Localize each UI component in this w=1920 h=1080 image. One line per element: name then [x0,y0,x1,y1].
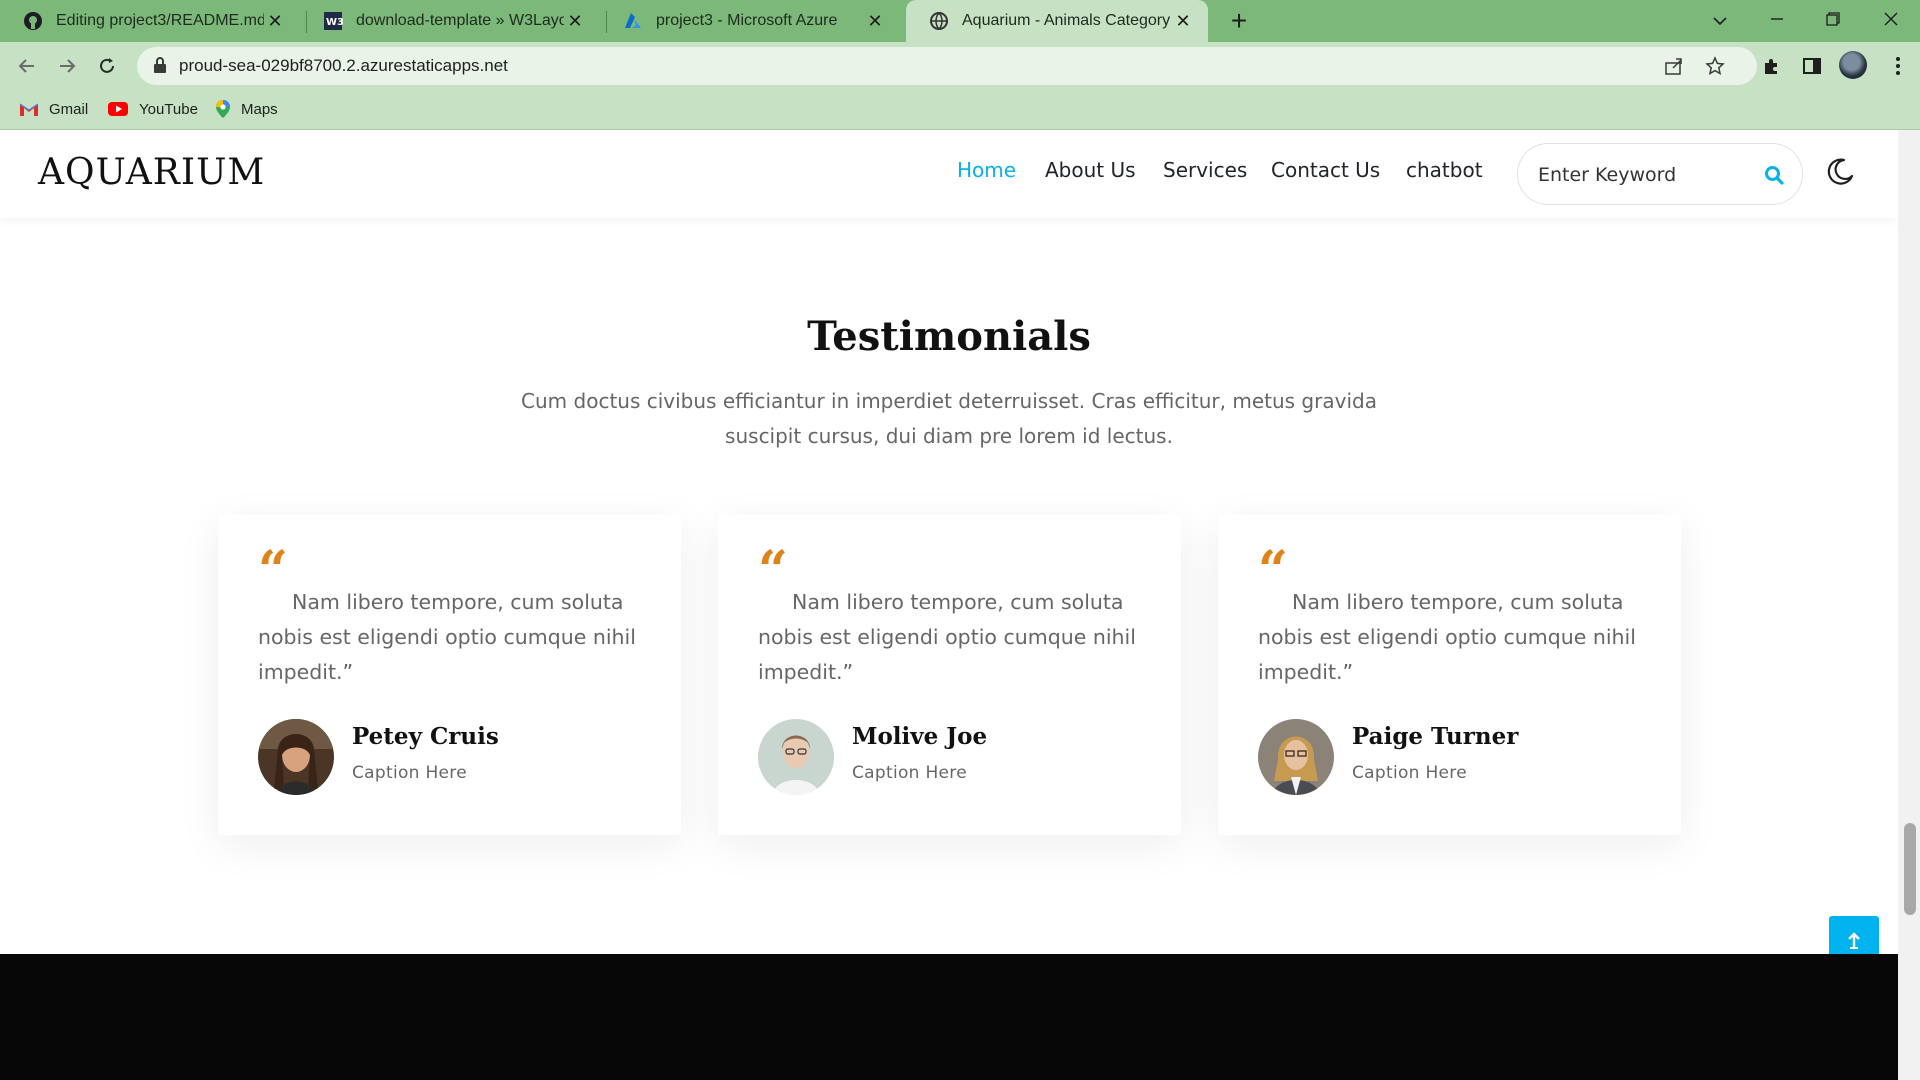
person-caption: Caption Here [1352,763,1467,783]
gmail-icon [19,101,39,117]
nav-services[interactable]: Services [1163,158,1247,182]
testimonial-card: “ Nam libero tempore, cum soluta nobis e… [718,515,1181,835]
close-window-icon[interactable] [1866,0,1916,42]
bookmark-star-icon[interactable] [1705,56,1725,76]
new-tab-button[interactable]: + [1222,4,1256,38]
section-subtitle: Cum doctus civibus efficiantur in imperd… [521,389,1377,448]
github-icon [22,10,44,32]
person-name: Petey Cruis [352,723,499,750]
search-icon[interactable] [1762,163,1786,187]
bookmark-label: YouTube [139,100,198,118]
minimize-icon[interactable] [1752,0,1802,42]
close-icon[interactable]: ✕ [864,11,886,32]
nav-contact-us[interactable]: Contact Us [1271,158,1380,182]
bookmark-maps[interactable]: Maps [215,89,278,129]
browser-tab-aquarium[interactable]: Aquarium - Animals Category Re ✕ [906,0,1208,42]
svg-text:W3: W3 [326,17,343,28]
url-text[interactable]: proud-sea-029bf8700.2.azurestaticapps.ne… [179,47,508,85]
more-menu-icon[interactable] [1885,53,1911,79]
dark-mode-toggle-icon[interactable] [1825,157,1857,189]
profile-avatar[interactable] [1839,51,1867,79]
scrollbar-thumb[interactable] [1904,823,1916,915]
nav-home[interactable]: Home [957,158,1016,182]
avatar [258,719,334,795]
bookmark-gmail[interactable]: Gmail [19,89,88,129]
tab-title: download-template » W3Layouts [356,12,564,29]
w3layouts-icon: W3 [322,10,344,32]
share-icon[interactable] [1664,56,1684,76]
side-panel-icon[interactable] [1799,53,1825,79]
back-button[interactable] [9,48,45,84]
globe-icon [928,10,950,32]
tab-title: Editing project3/README.md at [56,12,264,29]
close-icon[interactable]: ✕ [1172,11,1194,32]
person-caption: Caption Here [852,763,967,783]
extensions-icon[interactable] [1759,53,1785,79]
avatar [758,719,834,795]
testimonial-card: “ Nam libero tempore, cum soluta nobis e… [218,515,681,835]
maps-icon [215,99,231,119]
azure-icon [622,10,644,32]
site-logo[interactable]: AQUARIUM [38,152,265,193]
web-page: AQUARIUM Home About Us Services Contact … [0,130,1898,1080]
page-scrollbar[interactable] [1898,130,1920,1080]
site-header: AQUARIUM Home About Us Services Contact … [0,130,1898,218]
testimonial-quote: Nam libero tempore, cum soluta nobis est… [758,590,1136,684]
testimonial-quote: Nam libero tempore, cum soluta nobis est… [1258,590,1636,684]
browser-tab-azure[interactable]: project3 - Microsoft Azure ✕ [600,0,900,42]
person-name: Molive Joe [852,723,988,750]
browser-tab-github[interactable]: Editing project3/README.md at ✕ [0,0,300,42]
lock-icon[interactable] [153,56,167,79]
person-name: Paige Turner [1352,723,1519,750]
nav-chatbot[interactable]: chatbot [1406,158,1483,182]
tab-title: Aquarium - Animals Category Re [962,12,1172,29]
youtube-icon [107,101,129,117]
browser-tab-strip: Editing project3/README.md at ✕ W3 downl… [0,0,1920,42]
reload-button[interactable] [89,48,125,84]
nav-about-us[interactable]: About Us [1045,158,1136,182]
bookmarks-bar: Gmail YouTube Maps [0,89,1920,130]
testimonial-quote: Nam libero tempore, cum soluta nobis est… [258,590,636,684]
address-bar[interactable]: proud-sea-029bf8700.2.azurestaticapps.ne… [137,47,1757,85]
bookmark-label: Gmail [49,100,89,118]
forward-button[interactable] [49,48,85,84]
close-icon[interactable]: ✕ [564,11,586,32]
chevron-down-icon[interactable] [1695,0,1745,42]
avatar [1258,719,1334,795]
close-icon[interactable]: ✕ [264,11,286,32]
browser-tab-w3layouts[interactable]: W3 download-template » W3Layouts ✕ [300,0,600,42]
browser-toolbar: proud-sea-029bf8700.2.azurestaticapps.ne… [0,42,1920,89]
bookmark-label: Maps [241,100,278,118]
tab-title: project3 - Microsoft Azure [656,12,838,29]
testimonial-card: “ Nam libero tempore, cum soluta nobis e… [1218,515,1681,835]
search-box [1517,143,1803,205]
bookmark-youtube[interactable]: YouTube [107,89,198,129]
restore-icon[interactable] [1808,0,1858,42]
site-footer [0,954,1898,1080]
search-input[interactable] [1536,158,1750,192]
person-caption: Caption Here [352,763,467,783]
arrow-up-icon [1848,932,1860,949]
section-title: Testimonials [807,313,1091,360]
